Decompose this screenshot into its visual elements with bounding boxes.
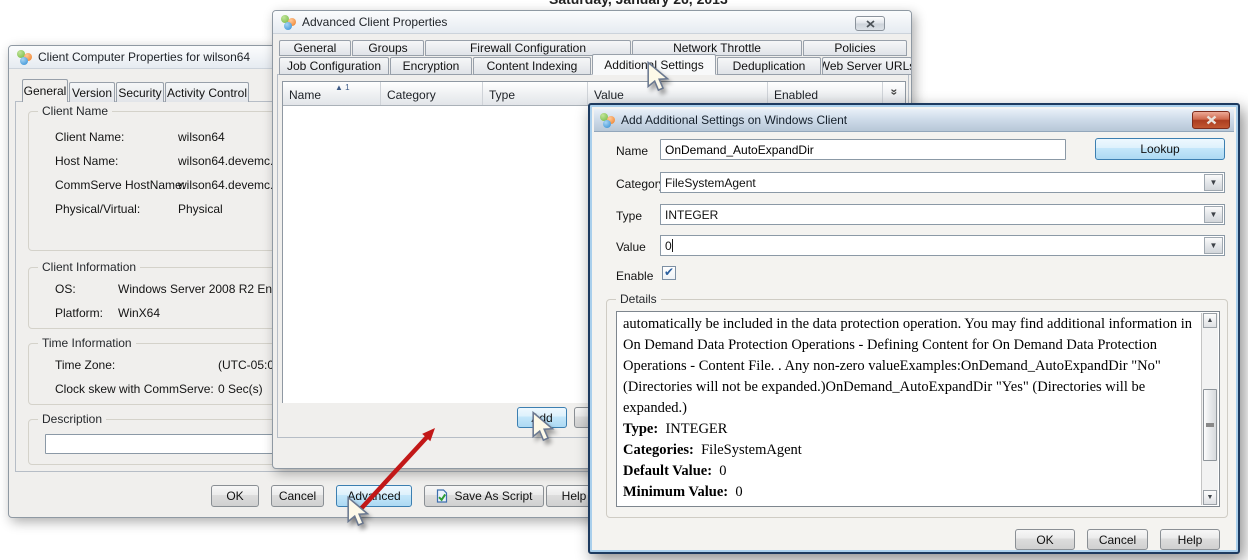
column-chooser-icon: » bbox=[887, 89, 901, 96]
details-scrollbar[interactable]: ▲ ▼ bbox=[1201, 313, 1218, 505]
ok-button[interactable]: OK bbox=[1015, 529, 1075, 550]
tab-job-configuration[interactable]: Job Configuration bbox=[279, 57, 389, 75]
type-value: INTEGER bbox=[665, 208, 718, 222]
ok-button[interactable]: OK bbox=[211, 485, 259, 507]
background-date-text: Saturday, January 26, 2013 bbox=[549, 0, 728, 7]
column-header-type[interactable]: Type bbox=[483, 82, 588, 105]
category-label: Category bbox=[616, 177, 665, 191]
value-value: 0 bbox=[665, 239, 672, 253]
description-legend: Description bbox=[38, 412, 106, 426]
client-name-value: wilson64 bbox=[178, 130, 225, 144]
close-icon[interactable] bbox=[1192, 111, 1230, 129]
tab-policies[interactable]: Policies bbox=[803, 40, 907, 56]
column-header-enabled[interactable]: Enabled bbox=[768, 82, 883, 105]
physical-virtual-label: Physical/Virtual: bbox=[55, 202, 140, 216]
tab-version[interactable]: Version bbox=[69, 82, 115, 102]
host-name-label: Host Name: bbox=[55, 154, 118, 168]
category-combobox[interactable]: FileSystemAgent ▼ bbox=[660, 172, 1225, 193]
name-label: Name bbox=[616, 144, 648, 158]
platform-label: Platform: bbox=[55, 306, 103, 320]
category-value: FileSystemAgent bbox=[665, 176, 756, 190]
cursor-icon bbox=[646, 61, 672, 95]
app-icon bbox=[600, 113, 615, 128]
cancel-button[interactable]: Cancel bbox=[1087, 529, 1148, 550]
host-name-value: wilson64.devemc.c bbox=[178, 154, 279, 168]
os-value: Windows Server 2008 R2 Enterpr bbox=[118, 282, 297, 296]
clock-skew-value: 0 Sec(s) bbox=[218, 382, 263, 396]
commserve-hostname-value: wilson64.devemc.c bbox=[178, 178, 279, 192]
details-prop-line: Type: INTEGER bbox=[623, 419, 1199, 440]
dropdown-arrow-icon[interactable]: ▼ bbox=[1204, 174, 1223, 191]
column-header-value[interactable]: Value bbox=[588, 82, 768, 105]
type-combobox[interactable]: INTEGER ▼ bbox=[660, 204, 1225, 225]
text-caret bbox=[672, 239, 673, 252]
enable-checkbox[interactable]: ✔ bbox=[662, 266, 676, 280]
os-label: OS: bbox=[55, 282, 76, 296]
help-button[interactable]: Help bbox=[1160, 529, 1220, 550]
type-label: Type bbox=[616, 209, 642, 223]
screen: Saturday, January 26, 2013 Client Comput… bbox=[0, 0, 1248, 560]
add-additional-settings-dialog: Add Additional Settings on Windows Clien… bbox=[588, 103, 1240, 554]
tab-content-indexing[interactable]: Content Indexing bbox=[473, 57, 591, 75]
close-icon[interactable] bbox=[855, 16, 885, 31]
clock-skew-label: Clock skew with CommServe: bbox=[55, 382, 214, 396]
app-icon bbox=[17, 50, 32, 65]
tab-activity-control[interactable]: Activity Control bbox=[165, 82, 249, 102]
tab-web-server-urls[interactable]: Web Server URLs bbox=[822, 57, 912, 75]
column-chooser-button[interactable]: » bbox=[883, 82, 905, 105]
tab-deduplication[interactable]: Deduplication bbox=[717, 57, 821, 75]
value-label: Value bbox=[616, 240, 646, 254]
details-legend: Details bbox=[616, 292, 661, 306]
scroll-down-icon[interactable]: ▼ bbox=[1203, 490, 1217, 505]
enable-label: Enable bbox=[616, 269, 653, 283]
tab-security[interactable]: Security bbox=[116, 82, 164, 102]
details-prop-line: Categories: FileSystemAgent bbox=[623, 440, 1199, 461]
tab-general[interactable]: General bbox=[22, 79, 68, 102]
check-icon: ✔ bbox=[664, 267, 674, 277]
details-text: automatically be included in the data pr… bbox=[623, 314, 1199, 503]
client-dialog-title: Client Computer Properties for wilson64 bbox=[38, 50, 250, 64]
time-zone-label: Time Zone: bbox=[55, 358, 115, 372]
scrollbar-thumb[interactable] bbox=[1203, 389, 1217, 461]
cursor-icon bbox=[531, 411, 557, 445]
save-as-script-label: Save As Script bbox=[454, 489, 532, 503]
add-dialog-title: Add Additional Settings on Windows Clien… bbox=[621, 113, 847, 127]
platform-value: WinX64 bbox=[118, 306, 160, 320]
details-prop-line: Minimum Value: 0 bbox=[623, 482, 1199, 503]
commserve-hostname-label: CommServe HostName: bbox=[55, 178, 185, 192]
add-dialog-titlebar[interactable]: Add Additional Settings on Windows Clien… bbox=[594, 109, 1234, 132]
client-name-group-legend: Client Name bbox=[38, 104, 112, 118]
details-prop-line: Default Value: 0 bbox=[623, 461, 1199, 482]
lookup-button[interactable]: Lookup bbox=[1095, 138, 1225, 160]
column-header-name[interactable]: ▲ 1 Name bbox=[283, 82, 381, 105]
advanced-dialog-title: Advanced Client Properties bbox=[302, 15, 447, 29]
sort-asc-icon: ▲ bbox=[335, 83, 343, 92]
scroll-up-icon[interactable]: ▲ bbox=[1203, 313, 1217, 328]
name-input[interactable] bbox=[660, 139, 1066, 160]
client-information-legend: Client Information bbox=[38, 260, 140, 274]
time-information-legend: Time Information bbox=[38, 336, 136, 350]
app-icon bbox=[281, 15, 296, 30]
physical-virtual-value: Physical bbox=[178, 202, 223, 216]
cursor-icon bbox=[346, 496, 372, 530]
tab-general-adv[interactable]: General bbox=[279, 40, 351, 56]
client-name-label: Client Name: bbox=[55, 130, 124, 144]
column-header-category[interactable]: Category bbox=[381, 82, 483, 105]
details-textarea[interactable]: automatically be included in the data pr… bbox=[616, 311, 1220, 507]
dropdown-arrow-icon[interactable]: ▼ bbox=[1204, 237, 1223, 254]
sort-indicator: ▲ 1 bbox=[335, 83, 350, 92]
advanced-dialog-titlebar[interactable]: Advanced Client Properties bbox=[273, 11, 911, 34]
details-group: Details automatically be included in the… bbox=[606, 299, 1228, 518]
dropdown-arrow-icon[interactable]: ▼ bbox=[1204, 206, 1223, 223]
cancel-button[interactable]: Cancel bbox=[271, 485, 324, 507]
value-combobox[interactable]: 0 ▼ bbox=[660, 235, 1225, 256]
tab-groups[interactable]: Groups bbox=[352, 40, 424, 56]
tab-encryption[interactable]: Encryption bbox=[390, 57, 472, 75]
